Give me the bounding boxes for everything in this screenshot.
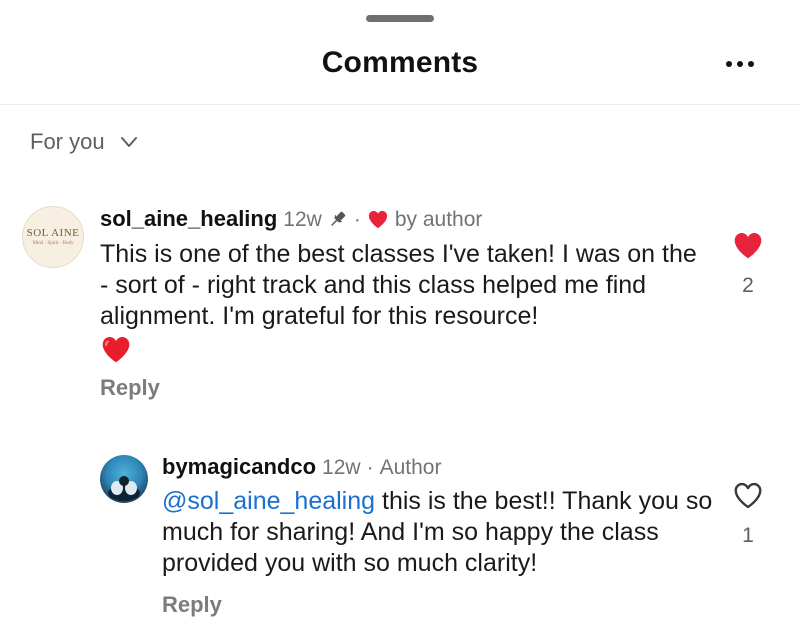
sort-filter-label: For you	[30, 129, 105, 154]
like-count: 1	[742, 524, 754, 547]
comment-text: This is one of the best classes I've tak…	[100, 239, 710, 364]
avatar-logo-subtext: Mind · Spirit · Body	[32, 241, 74, 246]
comment-header: bymagicandco 12w · Author	[162, 454, 441, 480]
comment-header: sol_aine_healing 12w · by author	[100, 206, 482, 232]
mention-link[interactable]: @sol_aine_healing	[162, 487, 375, 515]
comment-text-content: This is one of the best classes I've tak…	[100, 240, 697, 330]
avatar[interactable]: SOL AINE Mind · Spirit · Body	[22, 206, 84, 268]
heart-filled-icon[interactable]	[732, 230, 764, 260]
drag-handle[interactable]	[366, 15, 434, 22]
comments-sheet: Comments For you SOL AINE Mind · Spirit …	[0, 0, 800, 633]
liked-by-author-label: by author	[394, 208, 483, 231]
red-heart-emoji-icon	[102, 337, 130, 363]
pin-icon	[330, 211, 346, 226]
sheet-header: Comments	[0, 0, 800, 105]
avatar-image	[108, 476, 140, 501]
reply-button[interactable]: Reply	[162, 592, 222, 618]
like-control: 2	[728, 230, 768, 298]
author-badge: Author	[379, 456, 442, 479]
chevron-down-icon	[120, 137, 137, 147]
reply-button[interactable]: Reply	[100, 375, 160, 401]
comment-text: @sol_aine_healing this is the best!! Tha…	[162, 486, 722, 579]
comment-time: 12w	[283, 208, 322, 231]
heart-icon	[368, 210, 387, 229]
meta-separator: ·	[366, 456, 374, 479]
avatar-logo-text: SOL AINE	[26, 227, 80, 239]
avatar[interactable]	[100, 455, 148, 503]
sort-filter-dropdown[interactable]: For you	[30, 126, 139, 158]
comment-time: 12w	[322, 456, 361, 479]
like-count: 2	[742, 274, 754, 297]
more-dots-icon[interactable]	[718, 50, 762, 78]
comment-username[interactable]: sol_aine_healing	[100, 206, 277, 232]
comment-username[interactable]: bymagicandco	[162, 454, 316, 480]
heart-outline-icon[interactable]	[732, 480, 764, 510]
meta-separator: ·	[353, 208, 361, 231]
page-title: Comments	[321, 46, 479, 79]
like-control: 1	[728, 480, 768, 548]
